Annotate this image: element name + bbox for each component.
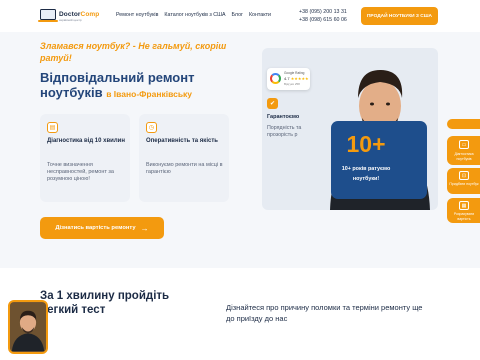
quiz-description: Дізнайтеся про причину поломки та термін…: [226, 303, 423, 323]
feature-card-text: Точне визначення несправностей, ремонт з…: [47, 162, 114, 183]
thumbs-up-icon: ✔: [267, 98, 278, 109]
google-reviews-count: Відгуки 258: [284, 82, 300, 86]
clipboard-icon: ▤: [47, 122, 58, 133]
side-button-label: Розрахувати вартість: [453, 212, 475, 221]
side-button-label: Придбати ноутбук: [449, 182, 479, 186]
main-nav: Ремонт ноутбуків Каталог ноутбуків з США…: [116, 12, 271, 18]
sell-laptops-button[interactable]: ПРОДАЙ НОУТБУКИ З США: [361, 7, 438, 25]
feature-card-speed: ◷ Оперативність та якість Виконуємо ремо…: [139, 114, 229, 202]
feature-card-title: Оперативність та якість: [146, 138, 218, 144]
hero-tagline: Зламався ноутбук? - Не гальмуй, скоріш р…: [40, 41, 227, 63]
google-rating-badge[interactable]: Google Rating 4.7 ★★★★★ Відгуки 258: [267, 68, 310, 90]
get-price-button-label: Дізнатись вартість ремонту: [55, 225, 136, 231]
cart-icon: ⊡: [459, 171, 469, 180]
side-tab-collapse[interactable]: [447, 119, 480, 129]
google-logo-icon: [270, 73, 281, 84]
hero-title: Відповідальний ремонт ноутбуків в Івано-…: [40, 70, 260, 102]
logo-subtitle: сервісний центр: [59, 18, 82, 22]
feature-card-title: Діагностика від 10 хвилин: [47, 138, 125, 144]
rating-number: 4.7: [284, 76, 290, 81]
feature-card-diagnostics: ▤ Діагностика від 10 хвилин Точне визнач…: [40, 114, 130, 202]
hero-title-city: в Івано-Франківську: [106, 89, 193, 99]
side-button-label: Діагностика ноутбуків: [454, 152, 474, 161]
phone-link-2[interactable]: +38 (098) 615 60 06: [299, 16, 347, 24]
header-phones: +38 (095) 200 13 31 +38 (098) 615 60 06: [299, 8, 347, 24]
nav-item-blog[interactable]: Блог: [232, 12, 243, 18]
google-rating-label: Google Rating: [284, 71, 305, 75]
laptop-icon: ▭: [459, 140, 469, 149]
experience-card: 10+ 10+ років ратуємо ноутбуки!: [331, 121, 427, 199]
quiz-heading: За 1 хвилину пройдіть легкий тест: [40, 290, 170, 316]
side-button-calculate[interactable]: ▦ Розрахувати вартість: [447, 198, 480, 223]
arrow-right-icon: →: [140, 223, 149, 233]
nav-item-contacts[interactable]: Контакти: [249, 12, 271, 18]
phone-link-1[interactable]: +38 (095) 200 13 31: [299, 8, 347, 16]
experience-number: 10+: [346, 131, 386, 157]
experience-text: 10+ років ратуємо ноутбуки!: [341, 166, 391, 182]
site-header: DoctorComp сервісний центр Ремонт ноутбу…: [0, 0, 480, 32]
video-bubble[interactable]: [8, 300, 48, 354]
guarantee-text: Порядність та прозорість р: [267, 125, 302, 139]
logo-text: DoctorComp: [59, 11, 100, 18]
video-person-illustration: [10, 302, 46, 352]
get-price-button[interactable]: Дізнатись вартість ремонту →: [40, 217, 164, 239]
star-rating-icon: ★★★★★: [290, 76, 309, 81]
nav-item-repair[interactable]: Ремонт ноутбуків: [116, 12, 158, 18]
nav-item-catalog[interactable]: Каталог ноутбуків з США: [164, 12, 225, 18]
feature-card-text: Виконуємо ремонти на місці в гарантією: [146, 162, 223, 176]
side-button-buy[interactable]: ⊡ Придбати ноутбук: [447, 168, 480, 194]
clock-icon: ◷: [146, 122, 157, 133]
guarantee-card: ✔ Гарантоємо Порядність та прозорість р: [262, 92, 322, 152]
calculator-icon: ▦: [459, 201, 469, 210]
guarantee-title: Гарантоємо: [267, 114, 300, 120]
laptop-logo-icon: [38, 9, 58, 22]
side-button-diagnostics[interactable]: ▭ Діагностика ноутбуків: [447, 136, 480, 165]
google-rating-value: 4.7 ★★★★★: [284, 76, 309, 81]
